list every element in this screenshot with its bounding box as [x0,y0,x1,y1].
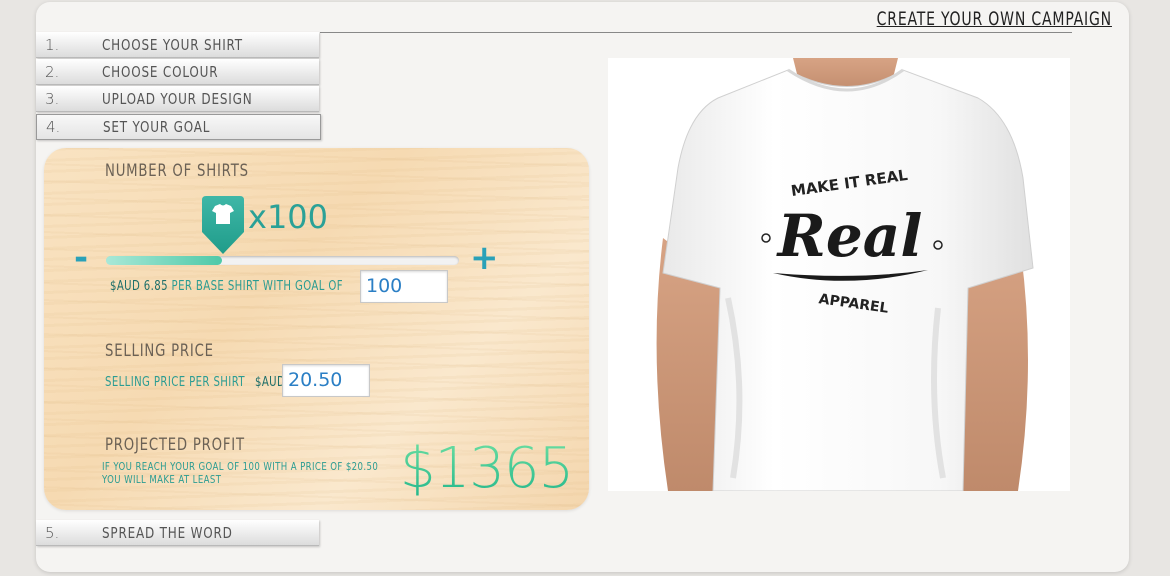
t-shirt-illustration: MAKE IT REAL Real APPAREL [656,58,1034,491]
step-label: UPLOAD YOUR DESIGN [102,89,253,108]
step-spread-word[interactable]: 5. SPREAD THE WORD [36,520,319,546]
step-label: CHOOSE COLOUR [102,62,219,81]
goal-input[interactable]: 100 [360,270,448,303]
increase-button[interactable]: + [470,238,499,278]
step-number: 3. [45,89,60,108]
currency-label: $AUD [255,375,286,390]
shirt-preview-image: MAKE IT REAL Real APPAREL [608,58,1070,491]
shirt-count-label: x100 [248,198,329,236]
slider-fill [106,256,223,265]
shirt-quantity-slider[interactable] [106,256,459,265]
projected-profit-value: $1365 [400,436,574,501]
step-upload-design[interactable]: 3. UPLOAD YOUR DESIGN [36,86,319,112]
selling-price-label: SELLING PRICE PER SHIRT [105,375,245,390]
step-number: 1. [45,35,60,54]
profit-description-line1: IF YOU REACH YOUR GOAL OF 100 WITH A PRI… [102,460,379,473]
step-label: CHOOSE YOUR SHIRT [102,35,243,54]
logo-main-text: Real [776,202,923,270]
decrease-button[interactable]: - [74,238,88,278]
number-of-shirts-title: NUMBER OF SHIRTS [105,161,249,181]
step-set-goal[interactable]: 4. SET YOUR GOAL [36,114,321,140]
shirt-marker-icon [202,196,244,254]
step-number: 2. [45,62,60,81]
selling-price-title: SELLING PRICE [105,341,214,361]
base-price-amount: $AUD 6.85 [110,279,168,294]
slider-handle[interactable] [202,196,244,256]
base-price-text: $AUD 6.85 PER BASE SHIRT WITH GOAL OF [110,279,343,294]
profit-description-line2: YOU WILL MAKE AT LEAST [102,473,222,486]
step-label: SET YOUR GOAL [103,118,211,136]
step-number: 4. [46,118,61,136]
base-price-description: PER BASE SHIRT WITH GOAL OF [171,279,343,294]
step-label: SPREAD THE WORD [102,523,233,542]
step-choose-colour[interactable]: 2. CHOOSE COLOUR [36,59,319,85]
step-choose-shirt[interactable]: 1. CHOOSE YOUR SHIRT [36,32,319,58]
page-title: CREATE YOUR OWN CAMPAIGN [876,8,1112,30]
step-number: 5. [45,523,60,542]
selling-price-input[interactable]: 20.50 [282,364,370,397]
projected-profit-title: PROJECTED PROFIT [105,435,245,455]
header-divider [320,32,1072,33]
